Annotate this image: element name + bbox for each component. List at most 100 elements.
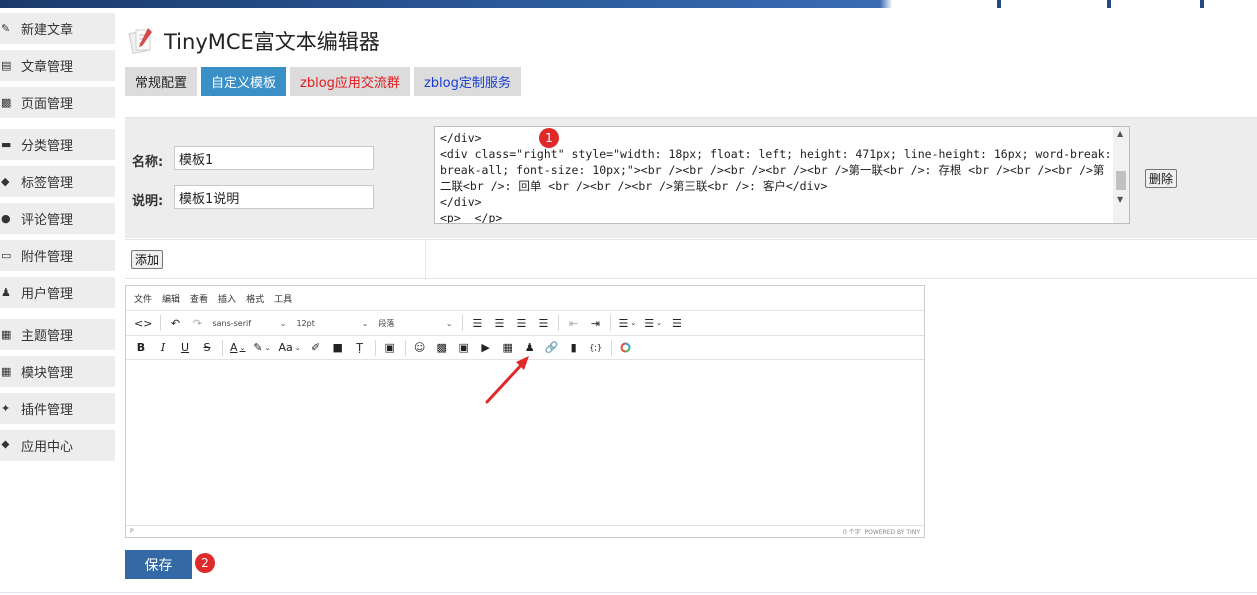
top-banner — [0, 0, 1257, 8]
code-sample-icon[interactable]: {;} — [589, 338, 603, 358]
sidebar-item-modules[interactable]: ▦ 模块管理 — [0, 356, 115, 387]
page-header: TinyMCE富文本编辑器 — [128, 24, 380, 58]
sidebar-item-attachments[interactable]: ▭ 附件管理 — [0, 240, 115, 271]
source-code-icon[interactable]: <> — [134, 313, 152, 333]
tab-custom-templates[interactable]: 自定义模板 — [201, 67, 287, 96]
menu-format[interactable]: 格式 — [246, 292, 264, 305]
highlight-color-icon[interactable]: ✎ ⌄ — [253, 338, 270, 358]
sidebar-item-label: 模块管理 — [21, 366, 74, 381]
sidebar-item-label: 应用中心 — [21, 440, 74, 455]
strikethrough-icon[interactable]: S — [200, 338, 214, 358]
remove-format-icon[interactable]: Ṭ — [353, 338, 367, 358]
sidebar: ✎ 新建文章 ▤ 文章管理 ▩ 页面管理 ▬ 分类管理 ◆ 标签管理 ● 评论管理 ▭ 附件管… — [0, 8, 116, 595]
template-form: 名称: 说明: </div> <div class="right" style=… — [125, 117, 1257, 280]
powered-by-link[interactable]: POWERED BY TINY — [865, 529, 921, 536]
save-button[interactable]: 保存 — [125, 550, 192, 579]
menu-tools[interactable]: 工具 — [274, 292, 292, 305]
template-name-input[interactable] — [174, 146, 374, 170]
element-path[interactable]: P — [130, 528, 134, 535]
align-center-icon[interactable]: ☰ — [492, 313, 506, 333]
scroll-up-icon[interactable]: ▲ — [1117, 129, 1123, 138]
underline-icon[interactable]: U — [178, 338, 192, 358]
insert-image-icon[interactable]: ▣ — [457, 338, 471, 358]
sidebar-item-categories[interactable]: ▬ 分类管理 — [0, 129, 115, 160]
sidebar-item-pages[interactable]: ▩ 页面管理 — [0, 87, 115, 118]
sidebar-item-new-article[interactable]: ✎ 新建文章 — [0, 13, 115, 44]
font-family-value: sans-serif — [212, 318, 252, 328]
clear-formatting-brush-icon[interactable]: ✐ — [309, 338, 323, 358]
sidebar-item-comments[interactable]: ● 评论管理 — [0, 203, 115, 234]
sidebar-item-plugins[interactable]: ✦ 插件管理 — [0, 393, 115, 424]
sidebar-item-articles[interactable]: ▤ 文章管理 — [0, 50, 115, 81]
page-title: TinyMCE富文本编辑器 — [164, 30, 380, 54]
color-picker-icon[interactable] — [619, 338, 633, 358]
media-gallery-icon[interactable]: ▩ — [435, 338, 449, 358]
tab-general-settings[interactable]: 常规配置 — [125, 67, 198, 96]
outdent-icon[interactable]: ⇤ — [566, 313, 580, 333]
toolbar-separator — [404, 339, 406, 356]
font-family-select[interactable]: sans-serif ⌄ — [212, 313, 286, 333]
step-badge-1: 1 — [539, 128, 559, 148]
bullet-list-icon[interactable]: ☰ ⌄ — [644, 313, 662, 333]
scroll-down-icon[interactable]: ▼ — [1117, 195, 1123, 204]
page-break-icon[interactable]: ▣ — [383, 338, 397, 358]
sidebar-item-users[interactable]: ♟ 用户管理 — [0, 277, 115, 308]
sidebar-item-label: 文章管理 — [21, 60, 74, 75]
chevron-down-icon: ⌄ — [279, 318, 287, 328]
redo-icon[interactable]: ↷ — [190, 313, 204, 333]
add-row: 添加 — [125, 239, 1257, 280]
code-scrollbar[interactable]: ▲ ▼ — [1113, 127, 1129, 223]
toolbar-separator — [160, 315, 162, 331]
block-format-value: 段落 — [378, 318, 395, 328]
indent-icon[interactable]: ⇥ — [588, 313, 602, 333]
editor-menubar: 文件 编辑 查看 插入 格式 工具 — [126, 286, 924, 310]
word-count: 0 个字 — [842, 529, 861, 536]
toolbar-separator — [374, 339, 376, 356]
italic-icon[interactable]: I — [156, 338, 170, 358]
toolbar-separator — [610, 339, 612, 356]
chevron-down-icon: ⌄ — [361, 318, 369, 328]
emoticons-icon[interactable]: ☺ — [413, 338, 427, 358]
align-left-icon[interactable]: ☰ — [470, 313, 484, 333]
toolbar-separator — [558, 315, 560, 331]
font-case-icon[interactable]: Aa ⌄ — [279, 338, 301, 358]
sidebar-item-label: 主题管理 — [21, 329, 74, 344]
menu-insert[interactable]: 插入 — [218, 292, 236, 305]
bookmark-icon[interactable]: ▮ — [567, 338, 581, 358]
bold-icon[interactable]: B — [134, 338, 148, 358]
tab-zblog-service[interactable]: zblog定制服务 — [413, 67, 521, 96]
box-icon: ⯁ — [1, 438, 10, 452]
format-painter-icon[interactable]: ■ — [331, 338, 345, 358]
undo-icon[interactable]: ↶ — [168, 313, 182, 333]
toolbar-separator — [462, 315, 464, 331]
page-icon: ▩ — [1, 95, 12, 109]
link-icon[interactable]: 🔗 — [545, 338, 559, 358]
sidebar-item-app-center[interactable]: ⯁ 应用中心 — [0, 430, 115, 461]
sidebar-item-label: 评论管理 — [21, 213, 74, 228]
tab-zblog-group[interactable]: zblog应用交流群 — [290, 67, 410, 96]
pencil-square-icon: ✎ — [1, 21, 11, 35]
add-button[interactable]: 添加 — [131, 250, 164, 269]
inbox-icon: ▭ — [1, 248, 12, 262]
template-description-input[interactable] — [174, 185, 374, 209]
font-size-select[interactable]: 12pt ⌄ — [296, 313, 368, 333]
align-right-icon[interactable]: ☰ — [514, 313, 528, 333]
puzzle-icon: ✦ — [1, 401, 11, 415]
menu-view[interactable]: 查看 — [190, 292, 208, 305]
sidebar-item-label: 附件管理 — [21, 250, 74, 265]
numbered-list-icon[interactable]: ☰ ⌄ — [618, 313, 636, 333]
scroll-thumb[interactable] — [1116, 171, 1126, 190]
block-format-select[interactable]: 段落 ⌄ — [378, 313, 452, 333]
sidebar-item-themes[interactable]: ▦ 主题管理 — [0, 319, 115, 350]
menu-edit[interactable]: 编辑 — [162, 292, 180, 305]
menu-file[interactable]: 文件 — [134, 292, 152, 305]
text-color-icon[interactable]: A ⌄ — [230, 338, 245, 358]
step-badge-2: 2 — [195, 553, 215, 573]
comment-icon: ● — [1, 211, 11, 225]
layout-icon: ▦ — [1, 327, 12, 341]
name-label: 名称: — [132, 155, 164, 170]
align-justify-icon[interactable]: ☰ — [536, 313, 550, 333]
checklist-icon[interactable]: ☰ — [670, 313, 684, 333]
sidebar-item-tags[interactable]: ◆ 标签管理 — [0, 166, 115, 197]
delete-button[interactable]: 删除 — [1145, 169, 1178, 188]
